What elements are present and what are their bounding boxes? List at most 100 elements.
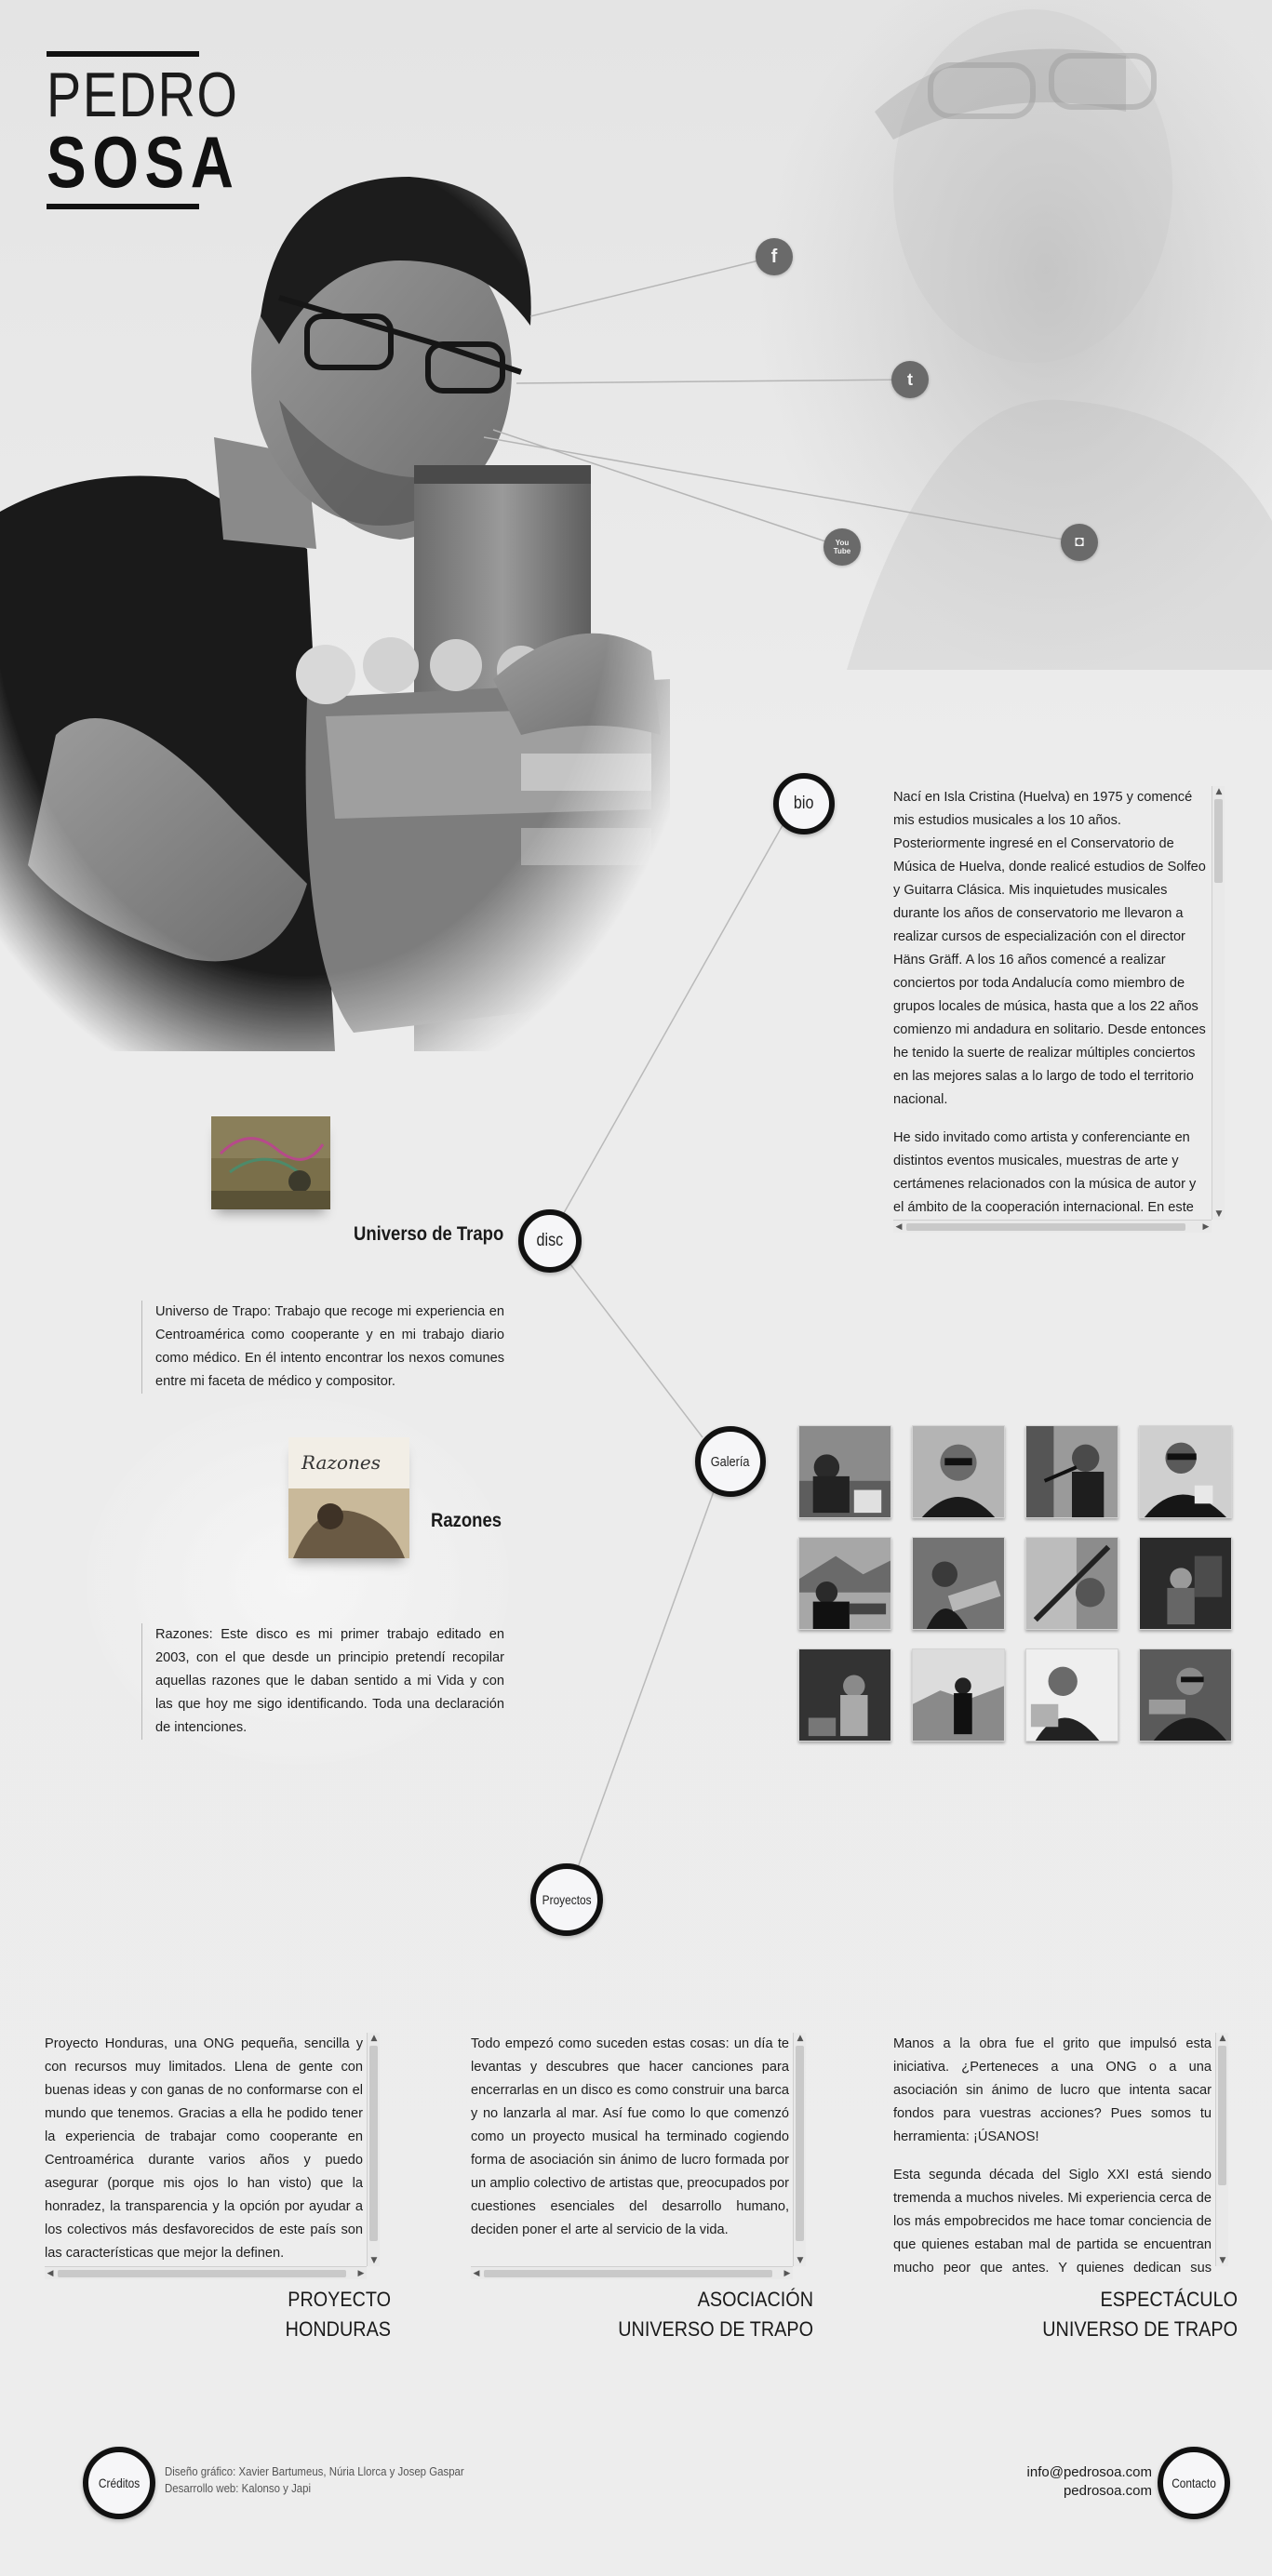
razones-cover-image[interactable]: Razones: [288, 1437, 409, 1558]
instagram-glyph: ◘: [1075, 534, 1084, 550]
facebook-glyph: f: [770, 246, 778, 267]
project-honduras-title[interactable]: PROYECTO HONDURAS: [207, 2285, 391, 2344]
project-espectaculo-text: Manos a la obra fue el grito que impulsó…: [893, 2033, 1212, 2279]
scrollbar-thumb[interactable]: [796, 2046, 804, 2241]
gallery-thumbnail[interactable]: [1139, 1537, 1232, 1630]
project-espectaculo-scroll-box[interactable]: Manos a la obra fue el grito que impulsó…: [893, 2033, 1230, 2279]
disc-description-universo: Universo de Trapo: Trabajo que recoge mi…: [141, 1301, 504, 1394]
youtube-glyph: You Tube: [833, 539, 851, 555]
project-paragraph: Manos a la obra fue el grito que impulsó…: [893, 2036, 1212, 2144]
disc-title-universo[interactable]: Universo de Trapo: [354, 1223, 503, 1246]
galeria-node[interactable]: Galería: [695, 1426, 766, 1497]
project-paragraph: Esta segunda década del Siglo XXI está s…: [893, 2168, 1212, 2276]
scroll-right-arrow-icon[interactable]: ▶: [355, 2267, 367, 2279]
disc-node-label: disc: [536, 1231, 564, 1250]
proyectos-node-label: Proyectos: [542, 1892, 592, 1907]
project-title-line: PROYECTO: [288, 2288, 391, 2311]
background-portrait-image: [819, 0, 1272, 670]
logo-last-name: SOSA: [47, 121, 240, 203]
disc-description-razones: Razones: Este disco es mi primer trabajo…: [141, 1623, 504, 1740]
project-asociacion-vertical-scrollbar[interactable]: ▲ ▼: [793, 2033, 806, 2266]
bio-paragraph: He sido invitado como artista y conferen…: [893, 1130, 1197, 1233]
project-title-line: ASOCIACIÓN: [697, 2288, 813, 2311]
disc-node[interactable]: disc: [518, 1209, 582, 1273]
credits-design-text: Diseño gráfico: Xavier Bartumeus, Núria …: [165, 2464, 464, 2478]
bio-scroll-box[interactable]: Nací en Isla Cristina (Huelva) en 1975 y…: [893, 786, 1228, 1233]
credits-dev-text: Desarrollo web: Kalonso y Japi: [165, 2481, 312, 2495]
gallery-thumbnail[interactable]: [912, 1537, 1005, 1630]
contact-info: info@pedrosoa.com pedrosoa.com: [931, 2463, 1152, 2501]
universo-de-trapo-cover-image[interactable]: [211, 1116, 330, 1209]
bio-text: Nací en Isla Cristina (Huelva) en 1975 y…: [893, 786, 1210, 1233]
project-espectaculo-title[interactable]: ESPECTÁCULO UNIVERSO DE TRAPO: [1020, 2285, 1238, 2344]
scroll-right-arrow-icon[interactable]: ▶: [782, 2267, 793, 2279]
gallery-thumbnail[interactable]: [912, 1648, 1005, 1742]
gallery-thumbnail[interactable]: [798, 1648, 891, 1742]
twitter-glyph: t: [907, 369, 913, 389]
project-honduras-vertical-scrollbar[interactable]: ▲ ▼: [367, 2033, 380, 2266]
scroll-left-arrow-icon[interactable]: ◀: [893, 1221, 904, 1233]
contact-email-link[interactable]: info@pedrosoa.com: [931, 2463, 1152, 2482]
scrollbar-thumb[interactable]: [1218, 2046, 1226, 2185]
scroll-down-arrow-icon[interactable]: ▼: [368, 2255, 380, 2266]
contact-website-link[interactable]: pedrosoa.com: [931, 2482, 1152, 2501]
scroll-right-arrow-icon[interactable]: ▶: [1200, 1221, 1212, 1233]
gallery-thumbnail[interactable]: [912, 1425, 1005, 1518]
project-honduras-text: Proyecto Honduras, una ONG pequeña, senc…: [45, 2036, 363, 2261]
bio-node[interactable]: bio: [773, 773, 835, 834]
creditos-node-label: Créditos: [98, 2476, 141, 2490]
scroll-down-arrow-icon[interactable]: ▼: [794, 2255, 806, 2266]
scroll-up-arrow-icon[interactable]: ▲: [1216, 2033, 1229, 2044]
gallery-thumbnail[interactable]: [1025, 1425, 1118, 1518]
twitter-icon[interactable]: t: [891, 361, 929, 398]
scroll-left-arrow-icon[interactable]: ◀: [471, 2267, 482, 2279]
site-logo[interactable]: PEDRO SOSA: [47, 51, 240, 209]
scroll-down-arrow-icon[interactable]: ▼: [1212, 1208, 1225, 1220]
contacto-node[interactable]: Contacto: [1158, 2447, 1230, 2519]
scrollbar-thumb[interactable]: [906, 1223, 1185, 1231]
razones-cover-title: Razones: [301, 1451, 381, 1474]
project-title-line: UNIVERSO DE TRAPO: [618, 2317, 813, 2341]
galeria-node-label: Galería: [711, 1453, 750, 1470]
creditos-node[interactable]: Créditos: [83, 2447, 155, 2519]
bio-vertical-scrollbar[interactable]: ▲ ▼: [1212, 786, 1225, 1220]
bio-node-label: bio: [794, 794, 814, 813]
proyectos-node[interactable]: Proyectos: [530, 1863, 603, 1936]
bio-paragraph: Nací en Isla Cristina (Huelva) en 1975 y…: [893, 790, 1206, 1107]
logo-bottom-rule: [47, 204, 199, 209]
gallery-thumbnail[interactable]: [1139, 1425, 1232, 1518]
instagram-icon[interactable]: ◘: [1061, 524, 1098, 561]
project-asociacion-scroll-box[interactable]: Todo empezó como suceden estas cosas: un…: [471, 2033, 806, 2279]
scrollbar-thumb[interactable]: [1214, 799, 1223, 883]
disc-title-razones[interactable]: Razones: [431, 1510, 502, 1532]
gallery-thumbnail[interactable]: [1025, 1537, 1118, 1630]
project-asociacion-text: Todo empezó como suceden estas cosas: un…: [471, 2036, 789, 2237]
scroll-up-arrow-icon[interactable]: ▲: [368, 2033, 380, 2044]
project-title-line: ESPECTÁCULO: [1100, 2288, 1238, 2311]
logo-first-name: PEDRO: [47, 60, 239, 130]
contacto-node-label: Contacto: [1172, 2476, 1216, 2490]
gallery-thumbnail[interactable]: [1139, 1648, 1232, 1742]
youtube-icon[interactable]: You Tube: [823, 528, 861, 566]
facebook-icon[interactable]: f: [756, 238, 793, 275]
gallery-thumbnail[interactable]: [798, 1425, 891, 1518]
scroll-left-arrow-icon[interactable]: ◀: [45, 2267, 56, 2279]
project-title-line: HONDURAS: [285, 2317, 391, 2341]
scrollbar-thumb[interactable]: [369, 2046, 378, 2241]
project-honduras-scroll-box[interactable]: Proyecto Honduras, una ONG pequeña, senc…: [45, 2033, 380, 2279]
bio-horizontal-scrollbar[interactable]: ◀ ▶: [893, 1220, 1212, 1233]
project-espectaculo-vertical-scrollbar[interactable]: ▲ ▼: [1215, 2033, 1228, 2266]
project-asociacion-horizontal-scrollbar[interactable]: ◀ ▶: [471, 2266, 793, 2279]
scrollbar-thumb[interactable]: [484, 2270, 772, 2277]
scroll-up-arrow-icon[interactable]: ▲: [1212, 786, 1225, 797]
scroll-up-arrow-icon[interactable]: ▲: [794, 2033, 806, 2044]
scroll-down-arrow-icon[interactable]: ▼: [1216, 2255, 1229, 2266]
gallery-thumbnail[interactable]: [1025, 1648, 1118, 1742]
scrollbar-thumb[interactable]: [58, 2270, 346, 2277]
hero-portrait-image: [0, 177, 670, 1051]
project-title-line: UNIVERSO DE TRAPO: [1042, 2317, 1238, 2341]
project-honduras-horizontal-scrollbar[interactable]: ◀ ▶: [45, 2266, 367, 2279]
logo-top-rule: [47, 51, 199, 57]
project-asociacion-title[interactable]: ASOCIACIÓN UNIVERSO DE TRAPO: [600, 2285, 813, 2344]
gallery-thumbnail[interactable]: [798, 1537, 891, 1630]
